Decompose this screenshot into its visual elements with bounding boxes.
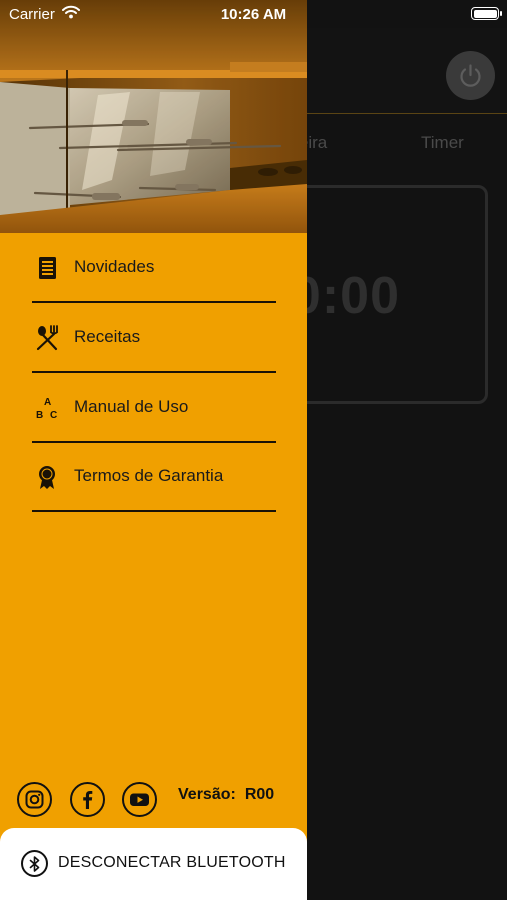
- svg-text:C: C: [50, 410, 57, 421]
- menu-item-label: Novidades: [74, 257, 155, 276]
- navigation-drawer: Novidades Receitas A B C Manual de Uso T…: [0, 0, 307, 900]
- menu-item-garantia[interactable]: Termos de Garantia: [32, 442, 276, 512]
- facebook-icon: [83, 791, 93, 809]
- bluetooth-icon: [21, 850, 48, 877]
- youtube-button[interactable]: [122, 782, 157, 817]
- award-ribbon-icon: [39, 466, 55, 489]
- menu-item-label: Receitas: [74, 327, 141, 346]
- menu-item-manual[interactable]: A B C Manual de Uso: [32, 373, 276, 443]
- menu-item-receitas[interactable]: Receitas: [32, 303, 276, 373]
- disconnect-bluetooth-button[interactable]: DESCONECTAR BLUETOOTH: [0, 828, 307, 900]
- status-time: 10:26 AM: [220, 6, 287, 23]
- menu-item-novidades[interactable]: Novidades: [32, 233, 276, 303]
- instagram-icon: [25, 790, 44, 809]
- version-label: Versão:: [178, 786, 236, 803]
- instagram-button[interactable]: [17, 782, 52, 817]
- power-button[interactable]: [446, 51, 495, 100]
- battery-icon: [471, 7, 502, 20]
- svg-text:B: B: [36, 410, 43, 421]
- power-icon: [460, 64, 481, 87]
- menu-item-label: Termos de Garantia: [74, 466, 224, 485]
- status-bar: Carrier 10:26 AM: [0, 0, 507, 28]
- newspaper-icon: [39, 257, 56, 279]
- disconnect-bluetooth-label: DESCONECTAR BLUETOOTH: [58, 854, 286, 871]
- abc-icon: A B C: [36, 397, 57, 421]
- facebook-button[interactable]: [70, 782, 105, 817]
- youtube-icon: [130, 793, 149, 806]
- fork-spoon-icon: [36, 325, 59, 351]
- drawer-header-image: [0, 0, 307, 233]
- app-version: Versão: R00: [178, 786, 274, 804]
- tab-timer[interactable]: Timer: [421, 133, 464, 153]
- version-value: R00: [244, 786, 275, 803]
- svg-text:A: A: [44, 397, 51, 408]
- menu-item-label: Manual de Uso: [74, 397, 189, 416]
